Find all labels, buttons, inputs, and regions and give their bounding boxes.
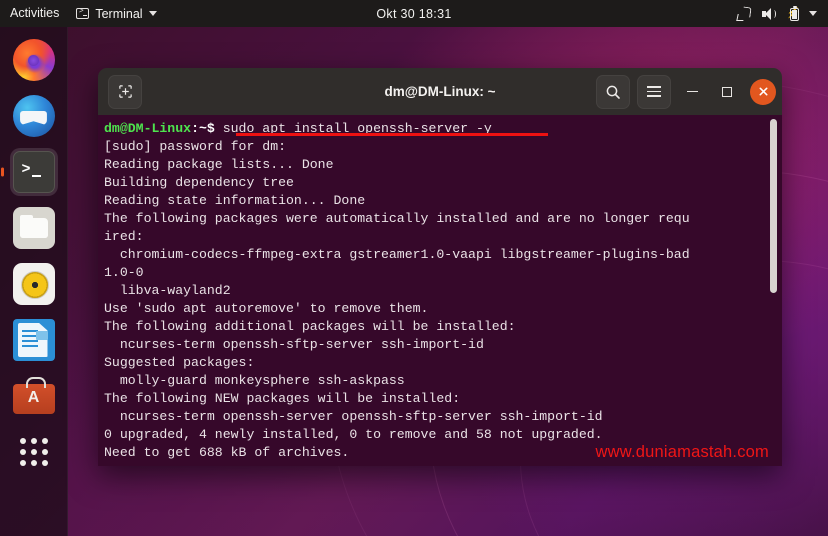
terminal-output-line: Use 'sudo apt autoremove' to remove them… xyxy=(104,301,429,316)
clock[interactable]: Okt 30 18:31 xyxy=(0,7,828,21)
minimize-icon xyxy=(686,90,698,93)
maximize-button[interactable] xyxy=(713,78,741,106)
prompt-sigil: :~$ xyxy=(191,121,223,136)
dock-item-rhythmbox[interactable] xyxy=(10,260,58,308)
prompt-user-host: dm@DM-Linux xyxy=(104,121,192,136)
firefox-icon xyxy=(12,39,55,81)
terminal-output-line: [sudo] password for dm: xyxy=(104,139,287,154)
dock-item-firefox[interactable] xyxy=(10,36,58,84)
search-icon xyxy=(606,85,620,99)
maximize-icon xyxy=(722,86,732,97)
files-icon xyxy=(12,207,55,249)
terminal-output-line: The following additional packages will b… xyxy=(104,319,516,334)
dock-item-terminal[interactable] xyxy=(9,148,58,196)
terminal-output-line: ncurses-term openssh-sftp-server ssh-imp… xyxy=(104,337,484,352)
minimize-button[interactable] xyxy=(678,78,706,106)
terminal-output: dm@DM-Linux:~$ sudo apt install openssh-… xyxy=(104,120,782,462)
terminal-output-line: ired: xyxy=(104,229,144,244)
network-icon[interactable] xyxy=(736,6,752,22)
dock-item-files[interactable] xyxy=(10,204,58,252)
terminal-title-bar[interactable]: dm@DM-Linux: ~ xyxy=(98,68,782,115)
terminal-output-line: 1.0-0 xyxy=(104,265,144,280)
hamburger-menu-icon xyxy=(647,85,661,98)
title-bar-controls xyxy=(596,74,776,109)
terminal-window: dm@DM-Linux: ~ dm@DM-Linux:~$ sudo apt i… xyxy=(98,68,782,466)
top-panel: Activities Terminal Okt 30 18:31 ⚡ xyxy=(0,0,828,27)
new-tab-icon xyxy=(118,85,132,98)
terminal-body[interactable]: dm@DM-Linux:~$ sudo apt install openssh-… xyxy=(98,115,782,466)
battery-charging-icon[interactable]: ⚡ xyxy=(786,5,800,22)
volume-icon[interactable] xyxy=(761,6,777,22)
libreoffice-writer-icon xyxy=(12,319,55,361)
terminal-output-line: Reading package lists... Done xyxy=(104,157,334,172)
dock-item-libreoffice-writer[interactable] xyxy=(10,316,58,364)
ubuntu-software-icon xyxy=(12,377,55,414)
search-button[interactable] xyxy=(596,74,630,109)
thunderbird-icon xyxy=(12,95,55,137)
terminal-icon xyxy=(12,151,55,193)
menu-button[interactable] xyxy=(637,74,671,109)
terminal-output-line: ncurses-term openssh-server openssh-sftp… xyxy=(104,409,603,424)
dock-item-show-applications[interactable] xyxy=(10,428,58,476)
terminal-output-line: The following NEW packages will be insta… xyxy=(104,391,461,406)
terminal-output-line: 0 upgraded, 4 newly installed, 0 to remo… xyxy=(104,427,603,442)
terminal-scrollbar[interactable] xyxy=(770,119,777,293)
terminal-output-line: molly-guard monkeysphere ssh-askpass xyxy=(104,373,405,388)
close-button[interactable] xyxy=(750,78,776,105)
terminal-output-line: Building dependency tree xyxy=(104,175,294,190)
close-icon xyxy=(759,87,767,96)
terminal-output-line: libva-wayland2 xyxy=(104,283,231,298)
new-tab-button[interactable] xyxy=(108,74,142,109)
watermark: www.duniamastah.com xyxy=(595,443,769,461)
rhythmbox-icon xyxy=(12,263,55,305)
terminal-output-line: chromium-codecs-ffmpeg-extra gstreamer1.… xyxy=(104,247,690,262)
dock xyxy=(0,27,68,536)
terminal-output-line: The following packages were automaticall… xyxy=(104,211,690,226)
terminal-output-line: Suggested packages: xyxy=(104,355,255,370)
dock-item-thunderbird[interactable] xyxy=(10,92,58,140)
dock-item-ubuntu-software[interactable] xyxy=(10,372,58,420)
terminal-output-line: Reading state information... Done xyxy=(104,193,366,208)
app-grid-icon xyxy=(13,431,55,473)
command-underline-annotation xyxy=(236,133,548,136)
